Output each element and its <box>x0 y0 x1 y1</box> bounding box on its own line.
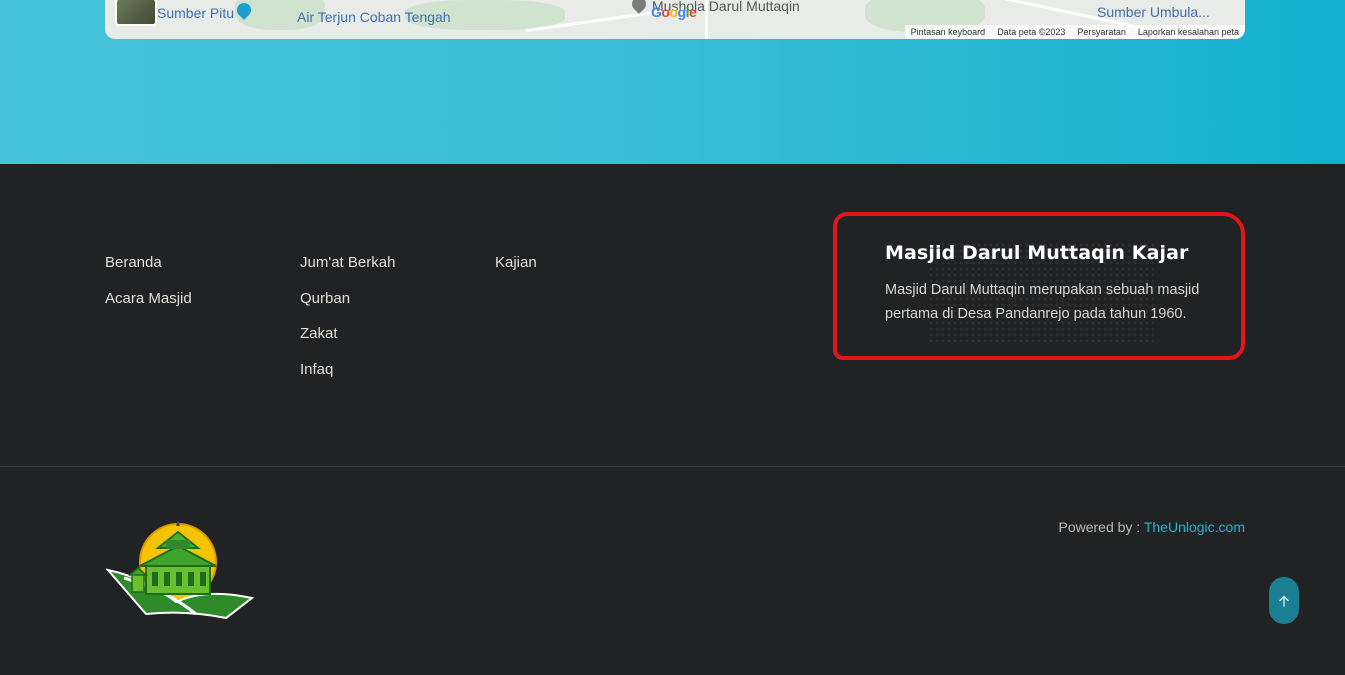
about-block: Masjid Darul Muttaqin Kajar Masjid Darul… <box>833 212 1245 360</box>
footer-link-qurban[interactable]: Qurban <box>300 290 395 326</box>
footer-link-beranda[interactable]: Beranda <box>105 254 192 290</box>
back-to-top-button[interactable] <box>1269 577 1299 624</box>
powered-by-link[interactable]: TheUnlogic.com <box>1144 519 1245 535</box>
google-logo: Google <box>651 4 697 20</box>
footer-link-zakat[interactable]: Zakat <box>300 325 395 361</box>
footer: Beranda Acara Masjid Jum'at Berkah Qurba… <box>0 164 1345 466</box>
mosque-logo[interactable] <box>105 518 255 624</box>
map-section: Sumber Pitu Air Terjun Coban Tengah Mush… <box>0 0 1345 164</box>
report-error-link[interactable]: Laporkan kesalahan peta <box>1138 27 1239 37</box>
footer-link-infaq[interactable]: Infaq <box>300 361 395 397</box>
map-attribution-bar: Pintasan keyboard Data peta ©2023 Persya… <box>904 25 1245 39</box>
arrow-up-icon <box>1279 595 1289 607</box>
about-title: Masjid Darul Muttaqin Kajar <box>885 242 1189 264</box>
powered-by-label: Powered by : <box>1058 519 1144 535</box>
footer-link-acara-masjid[interactable]: Acara Masjid <box>105 290 192 326</box>
map-label-air-terjun[interactable]: Air Terjun Coban Tengah <box>297 9 451 25</box>
footer-nav-column-2: Jum'at Berkah Qurban Zakat Infaq <box>300 254 395 396</box>
map-label-sumber-pitu[interactable]: Sumber Pitu <box>157 5 234 21</box>
footer-nav-column-3: Kajian <box>495 254 537 290</box>
map-data-label: Data peta ©2023 <box>997 27 1066 37</box>
keyboard-shortcuts-link[interactable]: Pintasan keyboard <box>911 27 986 37</box>
satellite-thumbnail[interactable] <box>115 0 157 26</box>
footer-divider <box>0 466 1345 467</box>
footer-link-kajian[interactable]: Kajian <box>495 254 537 290</box>
footer-link-jumat-berkah[interactable]: Jum'at Berkah <box>300 254 395 290</box>
terms-link[interactable]: Persyaratan <box>1077 27 1126 37</box>
powered-by: Powered by : TheUnlogic.com <box>1058 519 1245 535</box>
embedded-map[interactable]: Sumber Pitu Air Terjun Coban Tengah Mush… <box>105 0 1245 39</box>
footer-nav-column-1: Beranda Acara Masjid <box>105 254 192 325</box>
about-description: Masjid Darul Muttaqin merupakan sebuah m… <box>885 282 1200 322</box>
map-label-sumber-umbul[interactable]: Sumber Umbula... <box>1097 4 1210 20</box>
